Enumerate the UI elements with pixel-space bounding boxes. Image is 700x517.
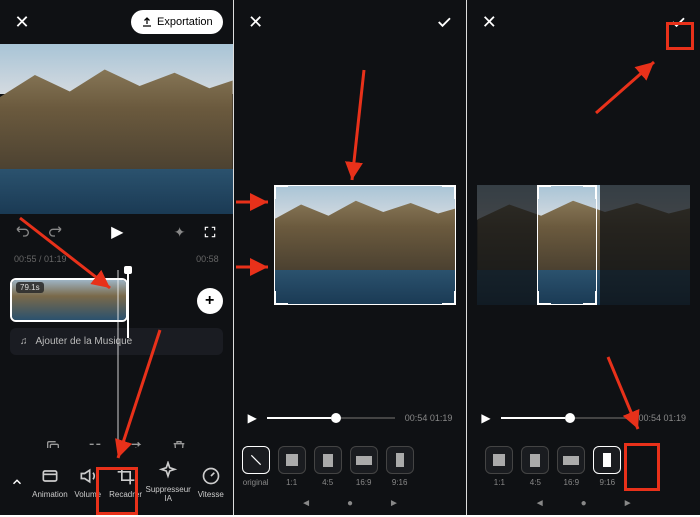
crop-area[interactable]: [274, 185, 457, 305]
seek-track[interactable]: [267, 417, 395, 419]
fullscreen-icon[interactable]: [201, 223, 219, 241]
crop-area[interactable]: [477, 185, 690, 305]
clip-duration: 79.1s: [16, 282, 44, 293]
play-button[interactable]: ▶: [111, 222, 123, 242]
ratio-4-5[interactable]: 4:5: [314, 446, 342, 487]
expand-toolbar-button[interactable]: [4, 475, 30, 489]
speed-button[interactable]: Vitesse: [193, 461, 229, 503]
aspect-ratio-bar: 1:1 4:5 16:9 9:16: [485, 446, 692, 487]
crop-button[interactable]: Recadrer: [108, 461, 144, 503]
ratio-4-5[interactable]: 4:5: [521, 446, 549, 487]
crop-frame[interactable]: [537, 185, 597, 305]
ratio-1-1[interactable]: 1:1: [278, 446, 306, 487]
ratio-16-9[interactable]: 16:9: [557, 446, 585, 487]
arrow-to-ratio: [608, 357, 658, 437]
ratio-1-1[interactable]: 1:1: [485, 446, 513, 487]
upload-icon: [141, 16, 153, 28]
export-label: Exportation: [157, 16, 213, 28]
ratio-free[interactable]: original: [242, 446, 270, 487]
panel-crop-confirm: ✕ ▶ 00:54 01:19 1:1 4:5 16:9 9:16 ◄●►: [467, 0, 700, 515]
play-button[interactable]: ▶: [248, 411, 257, 425]
arrow-crop-down: [344, 70, 374, 190]
time-current: 00:55 / 01:19: [14, 254, 67, 264]
play-button[interactable]: ▶: [481, 411, 490, 425]
redo-icon[interactable]: [46, 223, 64, 241]
music-icon: ♫: [20, 336, 28, 347]
confirm-button[interactable]: [666, 10, 690, 34]
aspect-ratio-bar: original 1:1 4:5 16:9 9:16: [242, 446, 459, 487]
seek-time: 00:54 01:19: [405, 413, 453, 423]
playhead[interactable]: [127, 268, 129, 338]
ai-suppressor-button[interactable]: Suppresseur IA: [145, 456, 190, 507]
video-preview[interactable]: [0, 44, 233, 214]
sparkle-icon[interactable]: ✦: [171, 223, 189, 241]
ruler-line: [117, 270, 119, 450]
panel-edit: ✕ Exportation ▶ ✦ 00:55 / 01:19 00:58 79…: [0, 0, 233, 515]
animation-button[interactable]: Animation: [32, 461, 68, 503]
confirm-button[interactable]: [432, 10, 456, 34]
ratio-9-16[interactable]: 9:16: [593, 446, 621, 487]
arrow-crop-left: [236, 195, 276, 209]
stepper-dots: ◄●►: [234, 498, 467, 509]
time-end: 00:58: [196, 254, 219, 264]
export-button[interactable]: Exportation: [131, 10, 223, 34]
close-button[interactable]: ✕: [10, 12, 34, 33]
arrow-to-confirm: [596, 58, 666, 118]
arrow-crop-left2: [236, 260, 276, 274]
add-clip-button[interactable]: +: [197, 288, 223, 314]
close-button[interactable]: ✕: [244, 12, 268, 33]
ratio-9-16[interactable]: 9:16: [386, 446, 414, 487]
seek-track[interactable]: [501, 417, 629, 419]
volume-button[interactable]: Volume: [70, 461, 106, 503]
ratio-16-9[interactable]: 16:9: [350, 446, 378, 487]
panel-crop: ✕ ▶ 00:54 01:19 original 1:1 4:5 16:9 9:…: [234, 0, 467, 515]
crop-frame[interactable]: [274, 185, 457, 305]
video-clip[interactable]: 79.1s: [10, 278, 128, 322]
close-button[interactable]: ✕: [477, 12, 501, 33]
undo-icon[interactable]: [14, 223, 32, 241]
main-toolbar: Animation Volume Recadrer Suppresseur IA…: [0, 448, 233, 515]
seek-bar: ▶ 00:54 01:19: [481, 411, 686, 425]
seek-time: 00:54 01:19: [638, 413, 686, 423]
seek-bar: ▶ 00:54 01:19: [248, 411, 453, 425]
stepper-dots: ◄●►: [467, 498, 700, 509]
